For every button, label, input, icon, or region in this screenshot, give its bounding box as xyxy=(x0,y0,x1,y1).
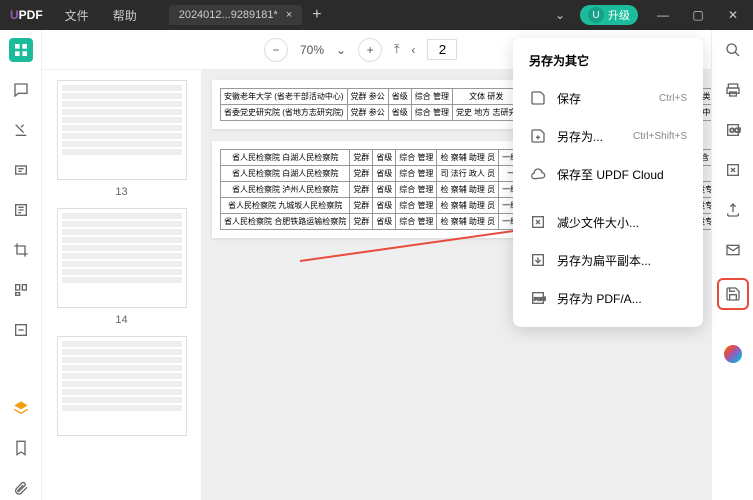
compress-icon xyxy=(529,213,547,231)
crop-icon[interactable] xyxy=(9,238,33,262)
thumbnail-panel: 13 14 xyxy=(42,70,202,500)
save-as-icon xyxy=(529,127,547,145)
upgrade-button[interactable]: U 升级 xyxy=(580,5,638,25)
ocr-icon[interactable]: OCR xyxy=(721,118,745,142)
save-as-item[interactable]: 另存为... Ctrl+Shift+S xyxy=(521,117,695,155)
dropdown-title: 另存为其它 xyxy=(521,48,695,79)
page-thumbnail[interactable] xyxy=(57,80,187,180)
organize-icon[interactable] xyxy=(9,278,33,302)
document-tab[interactable]: 2024012...9289181* × xyxy=(169,5,303,25)
zoom-out-button[interactable]: − xyxy=(264,38,288,62)
app-logo: UPDF xyxy=(0,8,53,22)
thumbnails-icon[interactable] xyxy=(9,38,33,62)
text-icon[interactable] xyxy=(9,158,33,182)
page-thumbnail[interactable] xyxy=(57,208,187,308)
thumbnail-label: 14 xyxy=(52,314,191,326)
pdfa-item[interactable]: PDF/A 另存为 PDF/A... xyxy=(521,279,695,317)
email-icon[interactable] xyxy=(721,238,745,262)
menu-help[interactable]: 帮助 xyxy=(101,7,149,24)
zoom-in-button[interactable]: + xyxy=(358,38,382,62)
page-thumbnail[interactable] xyxy=(57,336,187,436)
comment-icon[interactable] xyxy=(9,78,33,102)
attachment-icon[interactable] xyxy=(9,476,33,500)
thumbnail-label: 13 xyxy=(52,186,191,198)
zoom-level: 70% xyxy=(300,43,324,57)
maximize-button[interactable]: ▢ xyxy=(688,8,708,22)
cloud-icon xyxy=(529,165,547,183)
flatten-item[interactable]: 另存为扁平副本... xyxy=(521,241,695,279)
form-icon[interactable] xyxy=(9,198,33,222)
user-icon: U xyxy=(588,7,604,23)
share-icon[interactable] xyxy=(721,198,745,222)
tab-label: 2024012...9289181* xyxy=(179,9,278,21)
print-icon[interactable] xyxy=(721,78,745,102)
close-button[interactable]: ✕ xyxy=(723,8,743,22)
titlebar: UPDF 文件 帮助 2024012...9289181* × + ⌄ U 升级… xyxy=(0,0,753,30)
pdfa-icon: PDF/A xyxy=(529,289,547,307)
search-icon[interactable] xyxy=(721,38,745,62)
right-toolbar: OCR xyxy=(711,30,753,500)
first-page-icon[interactable]: ⤒ xyxy=(394,42,399,57)
prev-page-icon[interactable]: ‹ xyxy=(411,43,415,57)
bookmark-icon[interactable] xyxy=(9,436,33,460)
chevron-down-icon[interactable]: ⌄ xyxy=(555,8,565,22)
edit-icon[interactable] xyxy=(9,118,33,142)
save-item[interactable]: 保存 Ctrl+S xyxy=(521,79,695,117)
save-icon[interactable] xyxy=(717,278,749,310)
save-as-dropdown: 另存为其它 保存 Ctrl+S 另存为... Ctrl+Shift+S 保存至 … xyxy=(513,38,703,327)
layers-icon[interactable] xyxy=(9,396,33,420)
flatten-icon xyxy=(529,251,547,269)
svg-text:OCR: OCR xyxy=(729,129,740,135)
reduce-size-item[interactable]: 减少文件大小... xyxy=(521,203,695,241)
save-cloud-item[interactable]: 保存至 UPDF Cloud xyxy=(521,155,695,193)
minimize-button[interactable]: — xyxy=(653,8,673,22)
ai-icon[interactable] xyxy=(721,342,745,366)
page-input[interactable] xyxy=(427,39,457,60)
redact-icon[interactable] xyxy=(9,318,33,342)
menu-file[interactable]: 文件 xyxy=(53,7,101,24)
left-toolbar xyxy=(0,30,42,500)
convert-icon[interactable] xyxy=(721,158,745,182)
save-icon xyxy=(529,89,547,107)
chevron-down-icon[interactable]: ⌄ xyxy=(336,43,346,57)
add-tab-button[interactable]: + xyxy=(312,6,321,24)
close-icon[interactable]: × xyxy=(286,9,292,21)
svg-text:PDF/A: PDF/A xyxy=(534,297,546,302)
